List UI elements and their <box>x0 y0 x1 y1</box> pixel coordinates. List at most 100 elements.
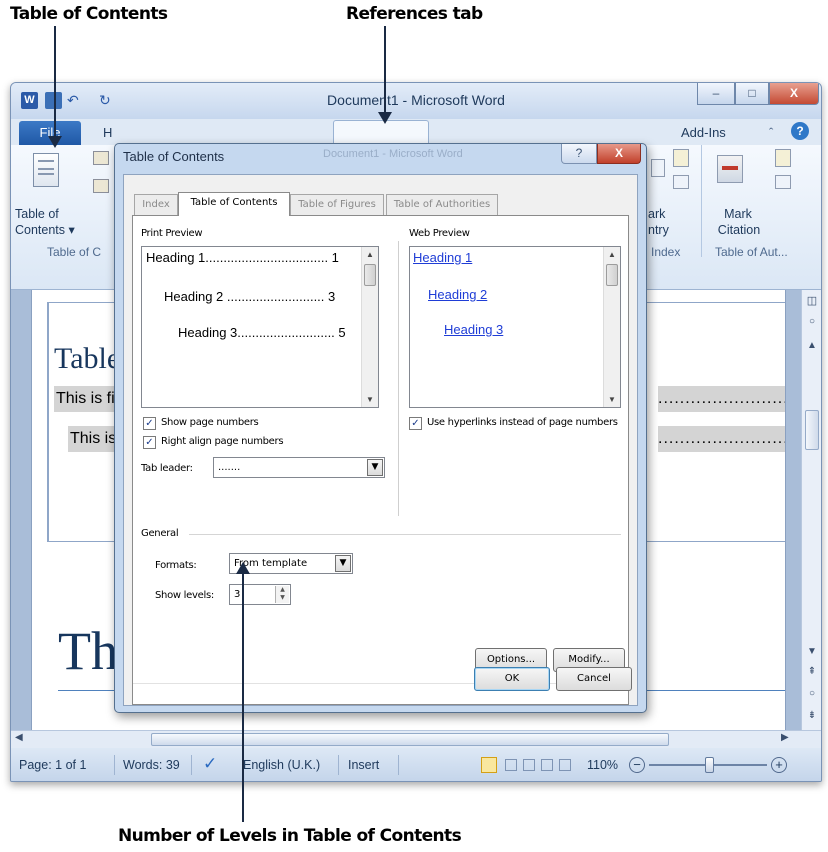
toc-button-label-1[interactable]: Table of <box>15 207 59 222</box>
scroll-up-icon[interactable]: ▲ <box>802 340 821 351</box>
minimize-button[interactable]: – <box>697 83 735 105</box>
status-bar: Page: 1 of 1 Words: 39 ✓ English (U.K.) … <box>11 748 821 781</box>
dialog-close-button[interactable]: X <box>597 144 641 164</box>
mark-citation-label-1[interactable]: Mark <box>723 207 753 222</box>
show-levels-spinner[interactable]: 3 ▲ ▼ <box>229 584 291 605</box>
mark-citation-label-2[interactable]: Citation <box>711 223 767 238</box>
mark-entry-label-1[interactable]: ark <box>648 207 665 222</box>
browse-object-icon[interactable]: ○ <box>802 688 821 699</box>
web-layout-view-icon[interactable] <box>523 759 535 771</box>
arrow-to-references-tab <box>384 26 386 114</box>
toc-group-label: Table of C <box>47 245 102 259</box>
tab-home[interactable]: H <box>103 125 112 140</box>
ruler-toggle-icon[interactable]: ◫ <box>802 294 821 307</box>
dialog-title: Table of Contents <box>123 149 225 164</box>
language-indicator[interactable]: English (U.K.) <box>243 758 320 772</box>
tab-table-of-contents[interactable]: Table of Contents <box>178 192 290 216</box>
arrowhead-toc <box>48 136 62 148</box>
table-of-contents-icon[interactable] <box>33 153 59 187</box>
general-divider <box>189 534 621 535</box>
right-align-checkbox[interactable]: ✓ <box>143 436 156 449</box>
dialog-help-button[interactable]: ? <box>561 144 597 164</box>
print-preview-box: Heading 1...............................… <box>141 246 379 408</box>
web-preview-scrollbar[interactable]: ▲ ▼ <box>603 247 620 407</box>
full-screen-view-icon[interactable] <box>505 759 517 771</box>
insert-mode[interactable]: Insert <box>348 758 379 772</box>
cancel-button[interactable]: Cancel <box>556 667 632 691</box>
scroll-zoom-icon[interactable]: ○ <box>802 316 821 327</box>
scroll-thumb[interactable] <box>606 264 618 286</box>
status-separator <box>338 755 339 775</box>
web-preview-label: Web Preview <box>409 228 470 239</box>
add-text-icon[interactable] <box>93 151 109 165</box>
web-preview-heading-3[interactable]: Heading 3 <box>444 322 503 337</box>
general-label: General <box>141 528 179 539</box>
index-group-label: Index <box>651 245 681 259</box>
print-preview-scrollbar[interactable]: ▲ ▼ <box>361 247 378 407</box>
insert-index-icon[interactable] <box>673 149 689 167</box>
print-layout-view-icon[interactable] <box>481 757 497 773</box>
show-page-numbers-checkbox[interactable]: ✓ <box>143 417 156 430</box>
close-button[interactable]: X <box>769 83 819 105</box>
use-hyperlinks-checkbox[interactable]: ✓ <box>409 417 422 430</box>
tab-leader-label: Tab leader: <box>141 463 193 474</box>
zoom-slider-thumb[interactable] <box>705 757 714 773</box>
scroll-up-icon[interactable]: ▲ <box>604 250 620 259</box>
scroll-up-icon[interactable]: ▲ <box>362 250 378 259</box>
next-page-icon[interactable]: ⇟ <box>802 710 821 721</box>
ribbon-minimize-icon[interactable]: ˆ <box>769 125 773 140</box>
update-table-icon[interactable] <box>93 179 109 193</box>
web-preview-heading-1[interactable]: Heading 1 <box>413 250 472 265</box>
update-toa-icon[interactable] <box>775 175 791 189</box>
mark-entry-label-2[interactable]: ntry <box>648 223 669 238</box>
status-separator <box>191 755 192 775</box>
dialog-body: Index Table of Contents Table of Figures… <box>123 174 638 706</box>
toc-entry-2-page[interactable]: .............................1 <box>658 426 785 452</box>
help-icon[interactable]: ? <box>791 122 809 140</box>
web-preview-heading-2[interactable]: Heading 2 <box>428 287 487 302</box>
show-page-numbers-label[interactable]: Show page numbers <box>161 417 259 428</box>
ok-button[interactable]: OK <box>474 667 550 691</box>
zoom-level[interactable]: 110% <box>587 758 618 772</box>
horizontal-scrollbar[interactable]: ◀ ▶ <box>11 730 821 748</box>
use-hyperlinks-label[interactable]: Use hyperlinks instead of page numbers <box>427 417 618 428</box>
tab-table-of-figures[interactable]: Table of Figures <box>290 194 384 215</box>
insert-toa-icon[interactable] <box>775 149 791 167</box>
update-index-icon[interactable] <box>673 175 689 189</box>
word-count[interactable]: Words: 39 <box>123 758 180 772</box>
horizontal-scroll-thumb[interactable] <box>151 733 669 746</box>
annotation-toc-label: Table of Contents <box>10 4 168 24</box>
page-count[interactable]: Page: 1 of 1 <box>19 758 86 772</box>
scroll-down-icon[interactable]: ▼ <box>362 395 378 404</box>
maximize-button[interactable]: □ <box>735 83 769 105</box>
title-bar: W ↶ ↻ Document1 - Microsoft Word – □ X <box>11 83 821 119</box>
scroll-thumb[interactable] <box>805 410 819 450</box>
zoom-out-icon[interactable]: − <box>629 757 645 773</box>
print-preview-heading-2: Heading 2 ........................... 3 <box>164 289 336 304</box>
spinner-arrows-icon[interactable]: ▲ ▼ <box>275 586 289 603</box>
mark-citation-icon[interactable] <box>717 155 743 183</box>
scroll-right-icon[interactable]: ▶ <box>781 732 789 743</box>
scroll-down-icon[interactable]: ▼ <box>604 395 620 404</box>
scroll-left-icon[interactable]: ◀ <box>15 732 23 743</box>
vertical-scrollbar[interactable]: ◫ ○ ▲ ▼ ⇞ ○ ⇟ <box>801 290 821 730</box>
draft-view-icon[interactable] <box>559 759 571 771</box>
chevron-down-icon[interactable]: ▼ <box>367 459 383 476</box>
mark-entry-icon[interactable] <box>651 159 665 177</box>
tab-table-of-authorities[interactable]: Table of Authorities <box>386 194 498 215</box>
tab-leader-select[interactable]: ....... ▼ <box>213 457 385 478</box>
chevron-down-icon[interactable]: ▼ <box>335 555 351 572</box>
toc-entry-1-page[interactable]: .............................1 <box>658 386 785 412</box>
outline-view-icon[interactable] <box>541 759 553 771</box>
previous-page-icon[interactable]: ⇞ <box>802 666 821 677</box>
right-align-label[interactable]: Right align page numbers <box>161 436 284 447</box>
proofing-icon[interactable]: ✓ <box>203 754 217 774</box>
toc-button-label-2[interactable]: Contents ▾ <box>15 223 75 238</box>
scroll-down-icon[interactable]: ▼ <box>802 646 821 657</box>
tab-add-ins[interactable]: Add-Ins <box>681 125 726 140</box>
show-levels-label: Show levels: <box>155 590 214 601</box>
zoom-in-icon[interactable]: + <box>771 757 787 773</box>
scroll-thumb[interactable] <box>364 264 376 286</box>
ribbon-separator <box>701 145 702 257</box>
tab-index[interactable]: Index <box>134 194 178 215</box>
